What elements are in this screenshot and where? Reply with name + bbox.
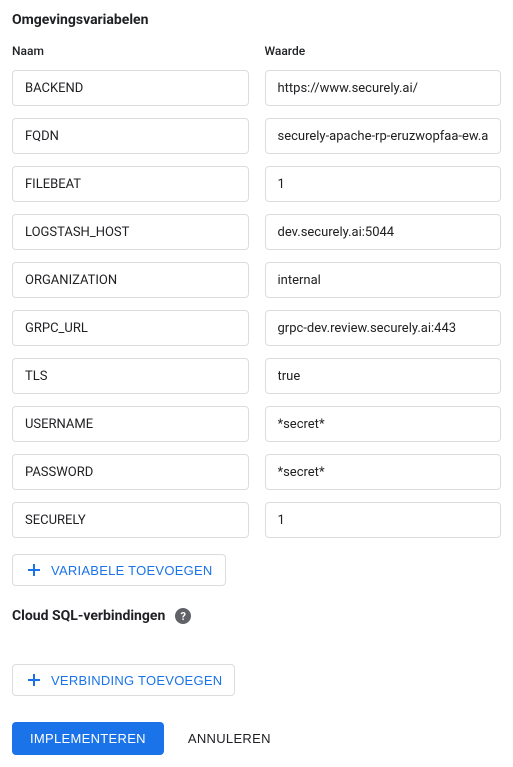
- footer-actions: IMPLEMENTEREN ANNULEREN: [12, 722, 501, 755]
- cancel-button[interactable]: ANNULEREN: [188, 731, 271, 746]
- env-var-name-input[interactable]: [12, 262, 249, 298]
- env-var-value-input[interactable]: [265, 454, 502, 490]
- add-connection-button[interactable]: VERBINDING TOEVOEGEN: [12, 664, 235, 696]
- name-column-header: Naam: [12, 44, 249, 58]
- env-var-name-input[interactable]: [12, 166, 249, 202]
- env-var-value-input[interactable]: [265, 262, 502, 298]
- add-connection-label: VERBINDING TOEVOEGEN: [51, 673, 222, 688]
- env-var-value-input[interactable]: [265, 70, 502, 106]
- cloud-sql-section: Cloud SQL-verbindingen ? VERBINDING TOEV…: [12, 608, 501, 696]
- env-var-name-input[interactable]: [12, 310, 249, 346]
- env-vars-section: Omgevingsvariabelen Naam Waarde: [12, 12, 501, 586]
- implement-button[interactable]: IMPLEMENTEREN: [12, 722, 164, 755]
- env-var-name-input[interactable]: [12, 214, 249, 250]
- add-variable-label: VARIABELE TOEVOEGEN: [51, 563, 213, 578]
- env-vars-columns: Naam Waarde: [12, 44, 501, 550]
- env-var-value-input[interactable]: [265, 358, 502, 394]
- env-var-name-input[interactable]: [12, 406, 249, 442]
- plus-icon: [25, 561, 43, 579]
- env-var-value-input[interactable]: [265, 310, 502, 346]
- value-column-header: Waarde: [265, 44, 502, 58]
- env-var-name-input[interactable]: [12, 454, 249, 490]
- cloud-sql-title-row: Cloud SQL-verbindingen ?: [12, 608, 501, 624]
- env-var-value-input[interactable]: [265, 406, 502, 442]
- env-var-value-input[interactable]: [265, 166, 502, 202]
- env-var-value-input[interactable]: [265, 118, 502, 154]
- plus-icon: [25, 671, 43, 689]
- env-var-name-input[interactable]: [12, 70, 249, 106]
- env-var-name-input[interactable]: [12, 502, 249, 538]
- name-column: Naam: [12, 44, 249, 550]
- env-var-name-input[interactable]: [12, 118, 249, 154]
- env-var-name-input[interactable]: [12, 358, 249, 394]
- cloud-sql-title: Cloud SQL-verbindingen: [12, 608, 165, 624]
- env-var-value-input[interactable]: [265, 214, 502, 250]
- value-column: Waarde: [265, 44, 502, 550]
- env-var-value-input[interactable]: [265, 502, 502, 538]
- env-vars-title: Omgevingsvariabelen: [12, 12, 501, 28]
- add-variable-button[interactable]: VARIABELE TOEVOEGEN: [12, 554, 226, 586]
- help-icon[interactable]: ?: [175, 608, 191, 624]
